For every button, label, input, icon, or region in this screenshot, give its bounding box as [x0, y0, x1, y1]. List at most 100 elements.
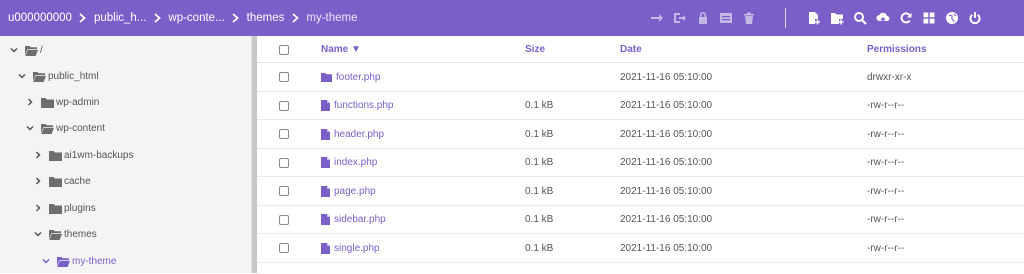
trash-icon[interactable]: [737, 0, 760, 36]
tree-item-root[interactable]: /: [9, 37, 43, 63]
file-name-text: single.php: [334, 242, 380, 254]
tree-item-public-html[interactable]: public_html: [17, 63, 99, 89]
power-icon[interactable]: [963, 0, 986, 36]
chevron-right-icon: [146, 12, 168, 24]
new-file-icon[interactable]: [802, 0, 825, 36]
file-name[interactable]: footer.php: [321, 63, 380, 91]
column-size-header[interactable]: Size: [525, 36, 545, 63]
main-toolbar: [802, 0, 986, 36]
row-checkbox[interactable]: [279, 214, 289, 225]
folder-tree-sidebar: / public_html wp-admin wp-content ai1wm-…: [0, 36, 252, 273]
table-row[interactable]: footer.php 2021-11-16 05:10:00 drwxr-xr-…: [257, 63, 1024, 92]
toolbar-divider: [785, 8, 786, 28]
file-size: 0.1 kB: [525, 242, 554, 254]
row-checkbox[interactable]: [279, 129, 289, 139]
row-checkbox[interactable]: [279, 157, 289, 168]
refresh-icon[interactable]: [894, 0, 917, 36]
tree-item-label: ai1wm-backups: [64, 149, 134, 161]
file-permissions: -rw-r--r--: [867, 242, 905, 254]
tree-item-wp-content[interactable]: wp-content: [25, 115, 105, 141]
breadcrumb-item[interactable]: u000000000: [8, 12, 72, 24]
file-size: 0.1 kB: [525, 100, 554, 111]
row-checkbox[interactable]: [279, 72, 289, 82]
column-permissions-header[interactable]: Permissions: [867, 36, 926, 63]
chevron-right-icon: [72, 12, 94, 24]
folder-open-icon: [41, 123, 54, 134]
folder-icon: [49, 150, 62, 161]
tree-item-label: themes: [64, 228, 97, 240]
upload-icon[interactable]: [871, 0, 894, 36]
file-name-text: index.php: [334, 157, 378, 168]
column-date-header[interactable]: Date: [620, 36, 642, 63]
folder-icon: [41, 97, 54, 108]
breadcrumb-item[interactable]: themes: [247, 12, 285, 24]
folder-open-icon: [57, 256, 70, 267]
file-permissions: -rw-r--r--: [867, 157, 905, 168]
breadcrumb-item[interactable]: public_h...: [94, 12, 146, 24]
move-icon[interactable]: [645, 0, 668, 36]
tree-item-themes[interactable]: themes: [33, 221, 97, 247]
file-name-text: page.php: [334, 185, 376, 197]
folder-open-icon: [33, 71, 46, 82]
chevron-down-icon[interactable]: [41, 256, 51, 266]
tree-item-my-theme[interactable]: my-theme: [41, 248, 116, 274]
tree-item-wp-admin[interactable]: wp-admin: [25, 89, 99, 115]
file-size: 0.1 kB: [525, 128, 554, 140]
chevron-down-icon[interactable]: [17, 71, 27, 81]
folder-open-icon: [49, 229, 62, 240]
file-name-text: header.php: [334, 128, 385, 140]
search-icon[interactable]: [848, 0, 871, 36]
folder-icon: [49, 176, 62, 187]
tree-item-plugins[interactable]: plugins: [33, 195, 96, 221]
file-size: 0.1 kB: [525, 185, 554, 197]
file-permissions: -rw-r--r--: [867, 128, 905, 140]
chevron-right-icon[interactable]: [25, 97, 35, 107]
file-name[interactable]: index.php: [321, 149, 377, 177]
file-name-text: functions.php: [334, 100, 394, 111]
table-row[interactable]: page.php 0.1 kB 2021-11-16 05:10:00 -rw-…: [257, 177, 1024, 206]
chevron-right-icon[interactable]: [33, 203, 43, 213]
chevron-down-icon[interactable]: [25, 123, 35, 133]
file-icon: [321, 185, 330, 197]
grid-view-icon[interactable]: [917, 0, 940, 36]
file-name[interactable]: functions.php: [321, 92, 394, 120]
lock-icon[interactable]: [691, 0, 714, 36]
column-name-header[interactable]: Name ▼: [321, 36, 361, 63]
folder-icon: [321, 72, 332, 82]
file-name[interactable]: single.php: [321, 234, 380, 262]
file-date: 2021-11-16 05:10:00: [620, 157, 713, 168]
select-all-checkbox[interactable]: [279, 45, 289, 55]
chevron-right-icon[interactable]: [33, 176, 43, 186]
tree-item-ai1wm-backups[interactable]: ai1wm-backups: [33, 142, 133, 168]
row-checkbox[interactable]: [279, 100, 289, 111]
row-checkbox[interactable]: [279, 186, 289, 196]
chevron-right-icon: [284, 12, 306, 24]
row-checkbox[interactable]: [279, 243, 289, 253]
top-bar: u000000000 public_h... wp-conte... theme…: [0, 0, 1024, 36]
file-date: 2021-11-16 05:10:00: [620, 71, 713, 83]
file-icon: [321, 100, 330, 111]
file-name-text: footer.php: [336, 71, 381, 83]
sign-out-icon[interactable]: [668, 0, 691, 36]
tree-item-label: plugins: [64, 202, 96, 214]
table-row[interactable]: header.php 0.1 kB 2021-11-16 05:10:00 -r…: [257, 120, 1024, 149]
file-name[interactable]: sidebar.php: [321, 206, 386, 234]
table-row[interactable]: sidebar.php 0.1 kB 2021-11-16 05:10:00 -…: [257, 206, 1024, 234]
table-row[interactable]: index.php 0.1 kB 2021-11-16 05:10:00 -rw…: [257, 149, 1024, 177]
archive-icon[interactable]: [714, 0, 737, 36]
table-row[interactable]: functions.php 0.1 kB 2021-11-16 05:10:00…: [257, 92, 1024, 120]
globe-icon[interactable]: [940, 0, 963, 36]
file-permissions: -rw-r--r--: [867, 185, 905, 197]
chevron-down-icon[interactable]: [9, 45, 19, 55]
breadcrumb-item[interactable]: wp-conte...: [168, 12, 224, 24]
chevron-down-icon[interactable]: [33, 229, 43, 239]
file-name[interactable]: header.php: [321, 120, 384, 148]
new-folder-icon[interactable]: [825, 0, 848, 36]
file-icon: [321, 242, 330, 254]
file-name[interactable]: page.php: [321, 177, 376, 205]
file-date: 2021-11-16 05:10:00: [620, 185, 713, 197]
tree-item-cache[interactable]: cache: [33, 168, 91, 194]
chevron-right-icon[interactable]: [33, 150, 43, 160]
table-row[interactable]: single.php 0.1 kB 2021-11-16 05:10:00 -r…: [257, 234, 1024, 263]
file-icon: [321, 128, 330, 140]
